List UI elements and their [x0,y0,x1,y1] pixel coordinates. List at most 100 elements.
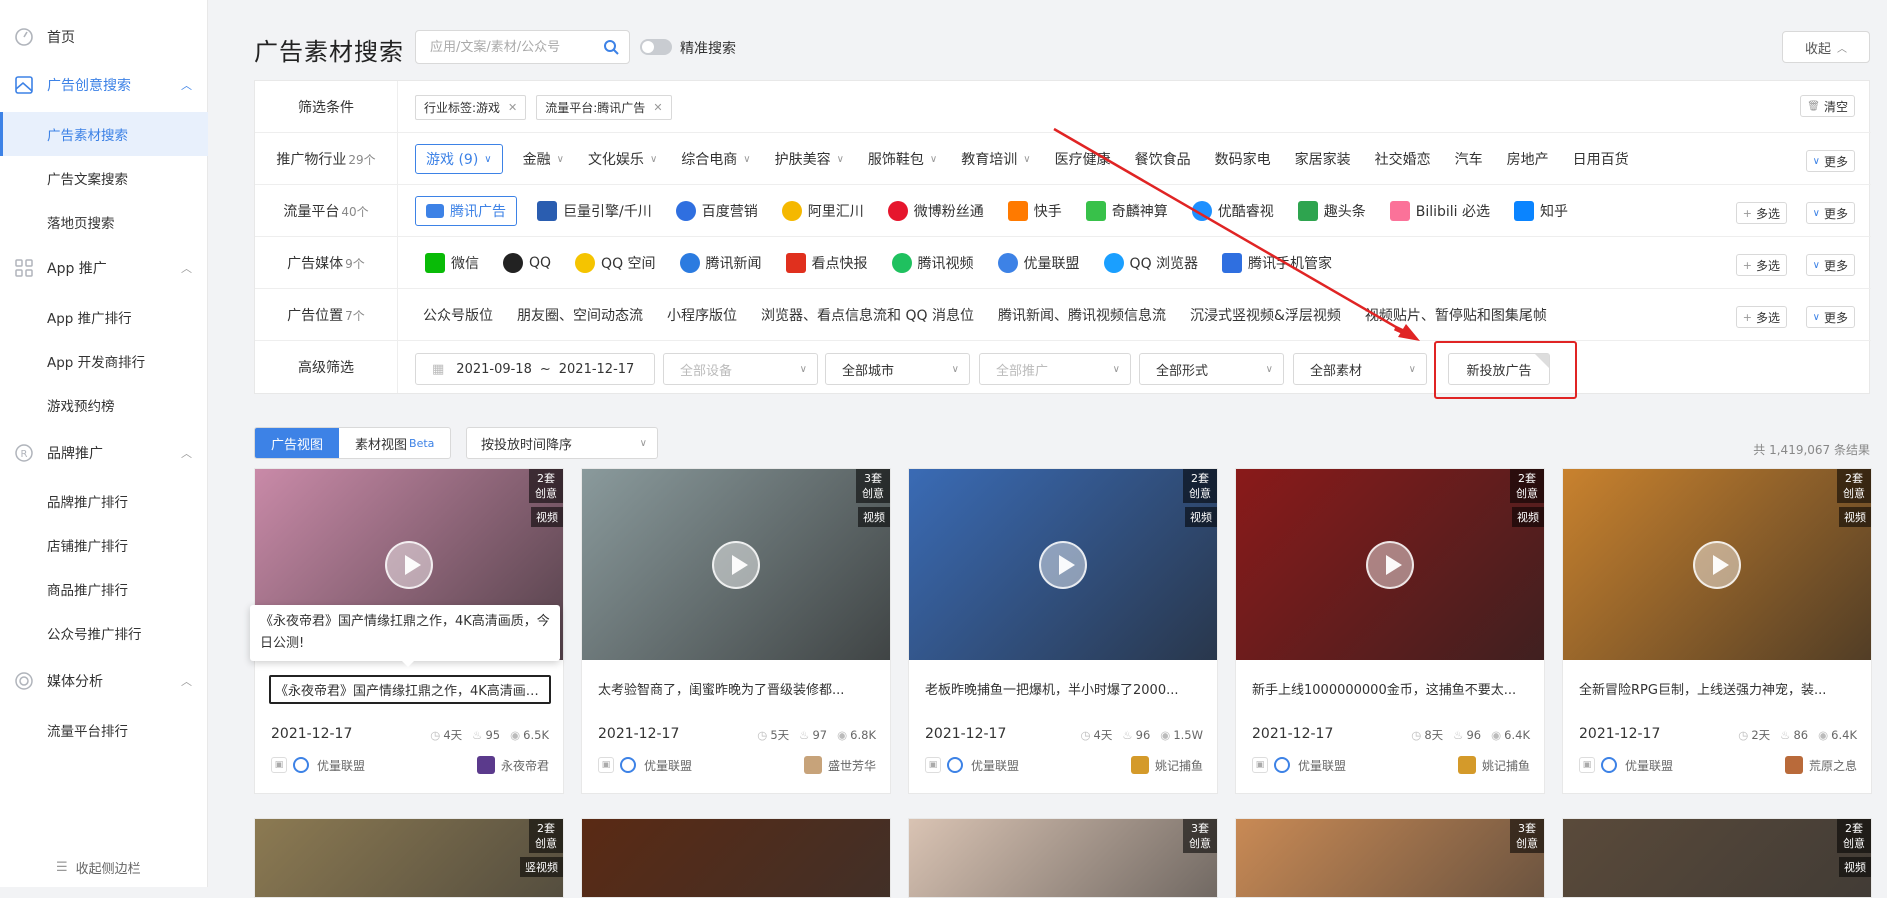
media-option[interactable]: QQ 浏览器 [1103,253,1198,273]
sidebar-item-official-rank[interactable]: 公众号推广排行 [0,611,208,655]
form-select[interactable]: 全部形式 ∨ [1139,353,1284,385]
more-button[interactable]: ∨ 更多 [1805,202,1855,224]
collapse-button[interactable]: 收起 ︿ [1782,31,1870,63]
close-icon[interactable]: ✕ [508,101,517,114]
search-icon[interactable] [603,39,619,55]
sidebar-group-creative[interactable]: 广告创意搜索 ︿ [0,67,208,103]
industry-option[interactable]: 服饰鞋包 ∨ [868,149,937,169]
position-option[interactable]: 浏览器、看点信息流和 QQ 消息位 [761,305,974,325]
ad-thumbnail[interactable]: 2套 创意 视频 [1563,469,1871,660]
advertiser[interactable]: 姚记捕鱼 [1457,756,1530,774]
sidebar-group-brand[interactable]: R 品牌推广 ︿ [0,435,208,471]
position-option[interactable]: 朋友圈、空间动态流 [517,305,643,325]
play-icon[interactable] [1366,541,1414,589]
sidebar-item-brand-rank[interactable]: 品牌推广排行 [0,479,208,523]
platform-option[interactable]: 百度营销 [675,201,758,221]
industry-option[interactable]: 护肤美容 ∨ [775,149,844,169]
media-option[interactable]: 腾讯手机管家 [1222,253,1332,273]
ad-card[interactable]: 2套 创意 视频 [1562,818,1872,898]
industry-option[interactable]: 教育培训 ∨ [961,149,1030,169]
platform-option[interactable]: 巨量引擎/千川 [537,201,652,221]
position-option[interactable]: 腾讯新闻、腾讯视频信息流 [998,305,1166,325]
device-select[interactable]: 全部设备 ∨ [663,353,818,385]
media-option[interactable]: 腾讯视频 [891,253,974,273]
active-tag[interactable]: 流量平台:腾讯广告 ✕ [536,94,672,120]
platform-option[interactable]: 微博粉丝通 [887,201,984,221]
sidebar-item-traffic-rank[interactable]: 流量平台排行 [0,708,208,752]
play-icon[interactable] [1693,541,1741,589]
more-button[interactable]: ∨ 更多 [1805,254,1855,276]
industry-option[interactable]: 金融 ∨ [523,149,564,169]
sidebar-item-product-rank[interactable]: 商品推广排行 [0,567,208,611]
platform-option[interactable]: Bilibili 必选 [1389,201,1490,221]
platform-option[interactable]: 趣头条 [1297,201,1366,221]
ad-description[interactable]: 全新冒险RPG巨制，上线送强力神宠，装... [1579,679,1857,698]
more-button[interactable]: ∨ 更多 [1805,306,1855,328]
platform-option-selected[interactable]: 腾讯广告 [415,196,517,226]
ad-thumbnail[interactable]: 2套 创意 视频 [1236,469,1544,660]
sidebar-group-media[interactable]: 媒体分析 ︿ [0,663,208,699]
ad-card[interactable]: 3套 创意 [1235,818,1545,898]
industry-option[interactable]: 汽车 [1455,149,1483,169]
advertiser[interactable]: 姚记捕鱼 [1130,756,1203,774]
advertiser[interactable]: 永夜帝君 [476,756,549,774]
ad-card[interactable]: 2套 创意 视频 全新冒险RPG巨制，上线送强力神宠，装... 2021-12-17 ◷ 2… [1562,468,1872,794]
ad-card[interactable]: 2套 创意 视频 新手上线1000000000金币，这捕鱼不要太... 2021-12-… [1235,468,1545,794]
industry-option[interactable]: 房地产 [1507,149,1549,169]
sort-select[interactable]: 按投放时间降序 ∨ [466,427,658,459]
active-tag[interactable]: 行业标签:游戏 ✕ [415,94,527,120]
play-icon[interactable] [712,541,760,589]
media-option[interactable]: 看点快报 [785,253,868,273]
ad-card[interactable]: 3套 创意 [908,818,1218,898]
ad-thumbnail[interactable]: 3套 创意 视频 [582,469,890,660]
industry-option[interactable]: 数码家电 [1215,149,1271,169]
multi-select-button[interactable]: + 多选 [1735,254,1787,276]
material-select[interactable]: 全部素材 ∨ [1293,353,1427,385]
ad-thumbnail[interactable]: 2套 创意 视频 [909,469,1217,660]
industry-option[interactable]: 日用百货 [1573,149,1629,169]
industry-option[interactable]: 餐饮食品 [1135,149,1191,169]
industry-option[interactable]: 家居家装 [1295,149,1351,169]
sidebar-item-store-rank[interactable]: 店铺推广排行 [0,523,208,567]
platform-option[interactable]: 阿里汇川 [781,201,864,221]
search-input[interactable] [416,31,586,63]
industry-option[interactable]: 文化娱乐 ∨ [588,149,657,169]
industry-option[interactable]: 社交婚恋 [1375,149,1431,169]
advertiser[interactable]: 盛世芳华 [803,756,876,774]
ad-description[interactable]: 太考验智商了，闺蜜昨晚为了晋级装修都... [598,679,876,698]
close-icon[interactable]: ✕ [653,101,662,114]
ad-card[interactable] [581,818,891,898]
industry-option-selected[interactable]: 游戏 (9) ∨ [415,144,503,174]
city-select[interactable]: 全部城市 ∨ [825,353,970,385]
clear-button[interactable]: 🗑 清空 [1800,95,1855,117]
date-range-picker[interactable]: ▦ 2021-09-18 ~ 2021-12-17 [415,353,655,385]
sidebar-item-app-rank[interactable]: App 推广排行 [0,295,208,339]
play-icon[interactable] [1039,541,1087,589]
precise-search-toggle[interactable] [640,39,672,55]
multi-select-button[interactable]: + 多选 [1735,202,1787,224]
position-option[interactable]: 公众号版位 [423,305,493,325]
platform-option[interactable]: 快手 [1007,201,1062,221]
position-option[interactable]: 沉浸式竖视频&浮层视频 [1190,305,1341,325]
more-button[interactable]: ∨ 更多 [1805,150,1855,172]
position-option[interactable]: 小程序版位 [667,305,737,325]
promo-select[interactable]: 全部推广 ∨ [979,353,1131,385]
sidebar-item-game-reserve[interactable]: 游戏预约榜 [0,383,208,427]
media-option[interactable]: 腾讯新闻 [679,253,762,273]
platform-option[interactable]: 优酷睿视 [1191,201,1274,221]
collapse-sidebar-button[interactable]: ☰ 收起侧边栏 [56,858,141,877]
sidebar-item-material-search[interactable]: 广告素材搜索 [0,112,208,156]
ad-card[interactable]: 2套 创意 视频 老板昨晚捕鱼一把爆机，半小时爆了2000... 2021-12-17 ◷… [908,468,1218,794]
multi-select-button[interactable]: + 多选 [1735,306,1787,328]
ad-card[interactable]: 2套 创意 竖视频 [254,818,564,898]
platform-option[interactable]: 奇麟神算 [1085,201,1168,221]
media-option[interactable]: QQ 空间 [575,253,656,273]
position-option[interactable]: 视频贴片、暂停贴和图集尾帧 [1365,305,1547,325]
sidebar-group-app[interactable]: App 推广 ︿ [0,250,208,286]
sidebar-item-landing-search[interactable]: 落地页搜索 [0,200,208,244]
sidebar-item-copy-search[interactable]: 广告文案搜索 [0,156,208,200]
media-option[interactable]: 优量联盟 [997,253,1080,273]
ad-description[interactable]: 老板昨晚捕鱼一把爆机，半小时爆了2000... [925,679,1203,698]
tab-material-view[interactable]: 素材视图 Beta [339,428,450,458]
industry-option[interactable]: 医疗健康 [1055,149,1111,169]
